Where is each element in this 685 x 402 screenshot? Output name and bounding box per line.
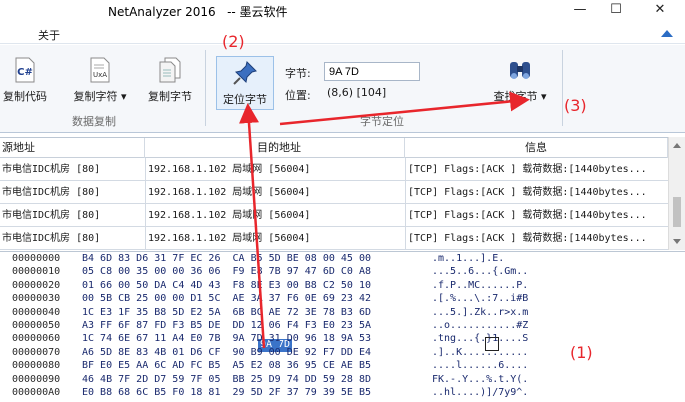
annotation-arrows [239,91,530,349]
arrow-hex-to-locate [239,103,266,349]
arrow-locate-to-find [279,91,530,126]
